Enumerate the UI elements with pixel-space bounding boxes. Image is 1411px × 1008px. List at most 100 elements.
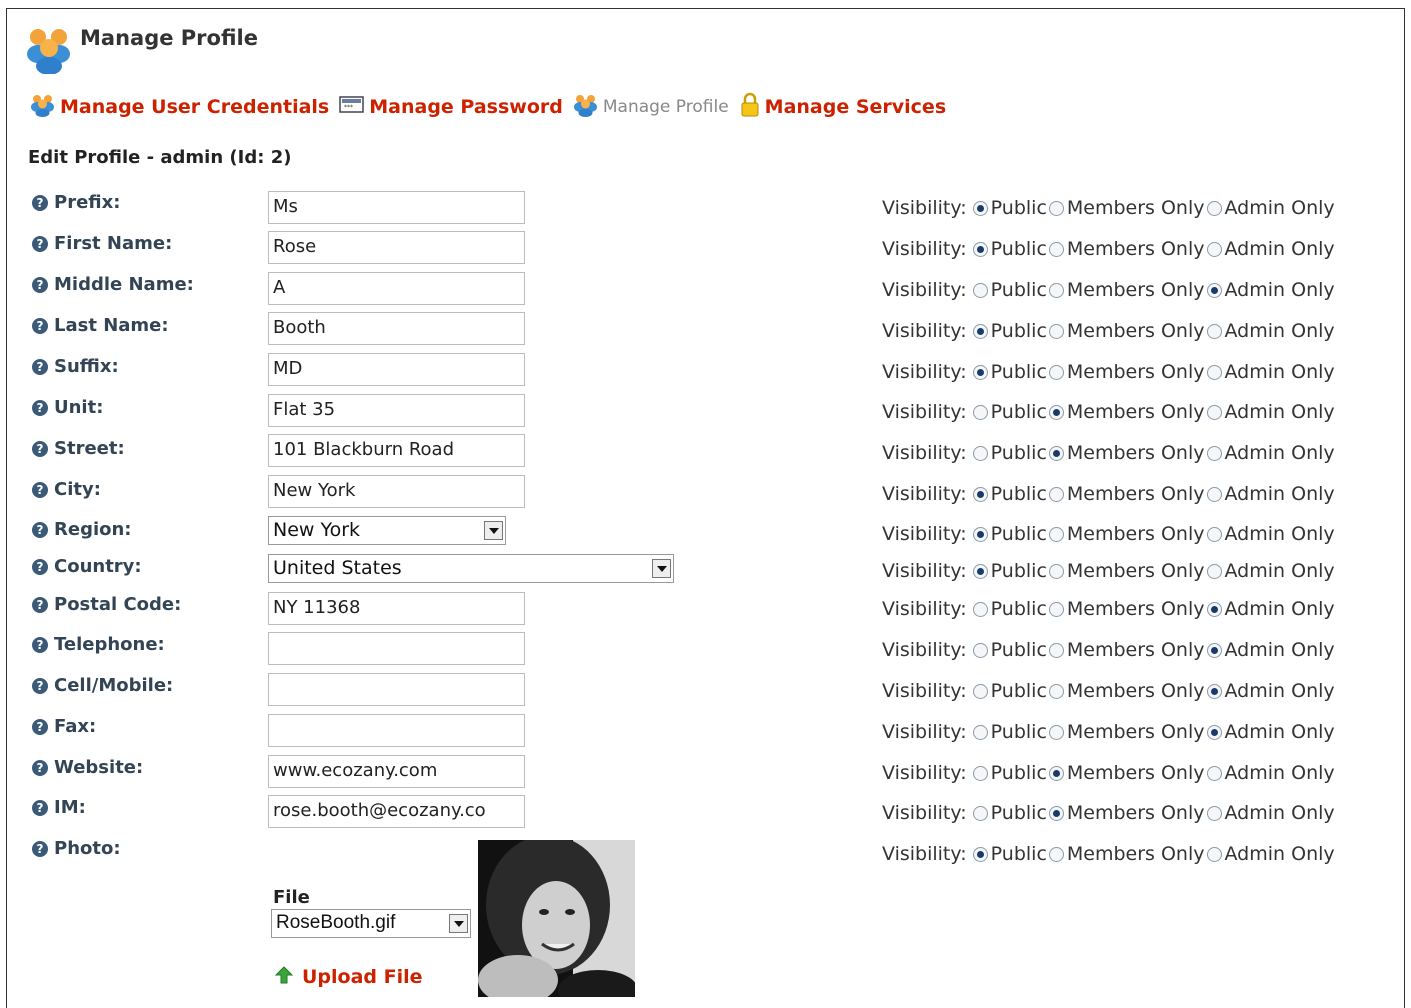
help-icon[interactable]: ? — [32, 759, 48, 776]
visibility-radio-admin-only[interactable] — [1206, 241, 1222, 257]
manage-services-link[interactable]: Manage Services — [739, 92, 946, 122]
visibility-option-label: Admin Only — [1224, 598, 1335, 620]
visibility-radio-admin-only[interactable] — [1206, 364, 1222, 380]
visibility-radio-members-only[interactable] — [1048, 404, 1064, 420]
visibility-radio-admin-only[interactable] — [1206, 486, 1222, 502]
visibility-group: Visibility: Public Members Only Admin Only — [882, 639, 1335, 661]
visibility-radio-public[interactable] — [972, 486, 988, 502]
help-icon[interactable]: ? — [32, 358, 48, 375]
text-input[interactable]: Flat 35 — [268, 394, 525, 427]
visibility-radio-members-only[interactable] — [1048, 846, 1064, 862]
visibility-radio-public[interactable] — [972, 282, 988, 298]
help-icon[interactable]: ? — [32, 317, 48, 334]
visibility-group: Visibility: Public Members Only Admin Only — [882, 320, 1335, 342]
country-select[interactable]: United States — [268, 554, 674, 583]
help-icon[interactable]: ? — [32, 235, 48, 252]
help-icon[interactable]: ? — [32, 276, 48, 293]
visibility-radio-members-only[interactable] — [1048, 601, 1064, 617]
help-icon[interactable]: ? — [32, 718, 48, 735]
visibility-radio-public[interactable] — [972, 364, 988, 380]
visibility-radio-admin-only[interactable] — [1206, 445, 1222, 461]
visibility-radio-members-only[interactable] — [1048, 445, 1064, 461]
visibility-radio-admin-only[interactable] — [1206, 282, 1222, 298]
visibility-radio-public[interactable] — [972, 846, 988, 862]
text-input[interactable]: Booth — [268, 312, 525, 345]
manage-user-credentials-link[interactable]: Manage User Credentials — [30, 93, 329, 121]
visibility-radio-public[interactable] — [972, 241, 988, 257]
text-input[interactable] — [268, 673, 525, 706]
region-select[interactable]: New York — [268, 516, 506, 545]
text-input[interactable]: www.ecozany.com — [268, 755, 525, 788]
visibility-radio-admin-only[interactable] — [1206, 846, 1222, 862]
chevron-down-icon — [484, 521, 503, 540]
visibility-radio-public[interactable] — [972, 805, 988, 821]
visibility-radio-admin-only[interactable] — [1206, 683, 1222, 699]
help-icon[interactable]: ? — [32, 194, 48, 211]
help-icon[interactable]: ? — [32, 481, 48, 498]
text-input[interactable]: 101 Blackburn Road — [268, 434, 525, 467]
help-icon[interactable]: ? — [32, 440, 48, 457]
text-input[interactable]: New York — [268, 475, 525, 508]
text-input[interactable]: Ms — [268, 191, 525, 224]
photo-file-value: RoseBooth.gif — [276, 912, 396, 933]
upload-file-link[interactable]: Upload File — [274, 965, 423, 989]
help-icon[interactable]: ? — [32, 558, 48, 575]
visibility-radio-public[interactable] — [972, 445, 988, 461]
text-input[interactable] — [268, 632, 525, 665]
visibility-radio-admin-only[interactable] — [1206, 765, 1222, 781]
visibility-radio-members-only[interactable] — [1048, 805, 1064, 821]
visibility-radio-members-only[interactable] — [1048, 642, 1064, 658]
visibility-radio-public[interactable] — [972, 526, 988, 542]
visibility-radio-members-only[interactable] — [1048, 282, 1064, 298]
text-input[interactable]: A — [268, 272, 525, 305]
visibility-option-label: Admin Only — [1224, 320, 1335, 342]
visibility-radio-public[interactable] — [972, 200, 988, 216]
visibility-radio-public[interactable] — [972, 563, 988, 579]
help-icon[interactable]: ? — [32, 596, 48, 613]
help-icon[interactable]: ? — [32, 399, 48, 416]
text-input[interactable]: rose.booth@ecozany.co — [268, 795, 525, 828]
text-input[interactable] — [268, 714, 525, 747]
help-icon[interactable]: ? — [32, 636, 48, 653]
edit-profile-heading: Edit Profile - admin (Id: 2) — [28, 147, 292, 168]
visibility-radio-admin-only[interactable] — [1206, 601, 1222, 617]
visibility-radio-admin-only[interactable] — [1206, 563, 1222, 579]
visibility-radio-members-only[interactable] — [1048, 563, 1064, 579]
help-icon[interactable]: ? — [32, 677, 48, 694]
visibility-radio-admin-only[interactable] — [1206, 642, 1222, 658]
visibility-radio-members-only[interactable] — [1048, 486, 1064, 502]
help-icon[interactable]: ? — [32, 799, 48, 816]
visibility-radio-public[interactable] — [972, 683, 988, 699]
manage-profile-link: Manage Profile — [573, 93, 729, 121]
photo-file-select[interactable]: RoseBooth.gif — [271, 909, 471, 938]
help-icon[interactable]: ? — [32, 840, 48, 857]
visibility-radio-admin-only[interactable] — [1206, 805, 1222, 821]
visibility-radio-members-only[interactable] — [1048, 724, 1064, 740]
visibility-radio-admin-only[interactable] — [1206, 323, 1222, 339]
visibility-radio-public[interactable] — [972, 404, 988, 420]
visibility-radio-public[interactable] — [972, 765, 988, 781]
visibility-radio-admin-only[interactable] — [1206, 200, 1222, 216]
visibility-radio-members-only[interactable] — [1048, 323, 1064, 339]
visibility-radio-members-only[interactable] — [1048, 683, 1064, 699]
visibility-radio-members-only[interactable] — [1048, 200, 1064, 216]
visibility-radio-public[interactable] — [972, 642, 988, 658]
text-input[interactable]: MD — [268, 353, 525, 386]
help-icon[interactable]: ? — [32, 521, 48, 538]
visibility-radio-members-only[interactable] — [1048, 526, 1064, 542]
manage-password-link[interactable]: *** Manage Password — [339, 94, 563, 120]
field-label-text: Cell/Mobile: — [54, 675, 174, 696]
visibility-radio-members-only[interactable] — [1048, 241, 1064, 257]
visibility-radio-members-only[interactable] — [1048, 765, 1064, 781]
visibility-radio-admin-only[interactable] — [1206, 724, 1222, 740]
text-input[interactable]: Rose — [268, 231, 525, 264]
visibility-radio-public[interactable] — [972, 601, 988, 617]
visibility-radio-admin-only[interactable] — [1206, 526, 1222, 542]
visibility-radio-members-only[interactable] — [1048, 364, 1064, 380]
visibility-option-label: Members Only — [1066, 560, 1205, 582]
text-input[interactable]: NY 11368 — [268, 592, 525, 625]
lock-icon — [739, 92, 761, 122]
visibility-radio-admin-only[interactable] — [1206, 404, 1222, 420]
visibility-radio-public[interactable] — [972, 724, 988, 740]
visibility-radio-public[interactable] — [972, 323, 988, 339]
